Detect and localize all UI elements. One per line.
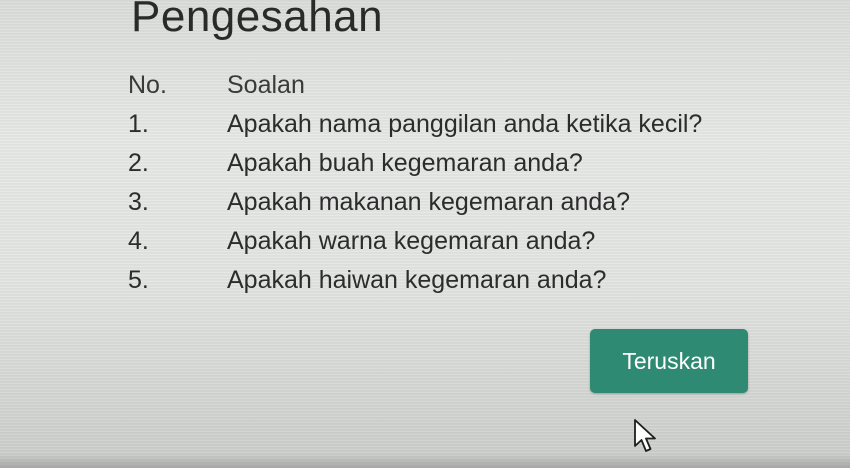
row-number: 2. bbox=[128, 149, 149, 177]
column-header-no: No. bbox=[128, 71, 167, 99]
table-row: 2. Apakah buah kegemaran anda? bbox=[128, 144, 768, 183]
page-title: Pengesahan bbox=[131, 0, 384, 41]
table-row: 4. Apakah warna kegemaran anda? bbox=[128, 222, 768, 261]
question-text: Apakah makanan kegemaran anda? bbox=[227, 188, 631, 216]
row-number: 1. bbox=[128, 110, 149, 138]
question-text: Apakah warna kegemaran anda? bbox=[227, 227, 596, 255]
row-number: 3. bbox=[128, 188, 149, 216]
row-number: 4. bbox=[128, 227, 149, 255]
verification-screen: Pengesahan No. Soalan 1. Apakah nama pan… bbox=[0, 0, 850, 468]
security-questions-table: No. Soalan 1. Apakah nama panggilan anda… bbox=[128, 66, 768, 300]
question-text: Apakah haiwan kegemaran anda? bbox=[227, 266, 607, 294]
screen-bezel-shadow bbox=[0, 454, 850, 468]
continue-button[interactable]: Teruskan bbox=[590, 329, 748, 393]
table-row: 5. Apakah haiwan kegemaran anda? bbox=[128, 261, 768, 300]
table-row: 3. Apakah makanan kegemaran anda? bbox=[128, 183, 768, 222]
mouse-pointer-icon bbox=[634, 419, 656, 452]
table-row: 1. Apakah nama panggilan anda ketika kec… bbox=[128, 105, 768, 144]
question-text: Apakah nama panggilan anda ketika kecil? bbox=[227, 110, 703, 138]
row-number: 5. bbox=[128, 266, 149, 294]
column-header-question: Soalan bbox=[227, 71, 305, 99]
table-header-row: No. Soalan bbox=[128, 66, 768, 105]
question-text: Apakah buah kegemaran anda? bbox=[227, 149, 583, 177]
